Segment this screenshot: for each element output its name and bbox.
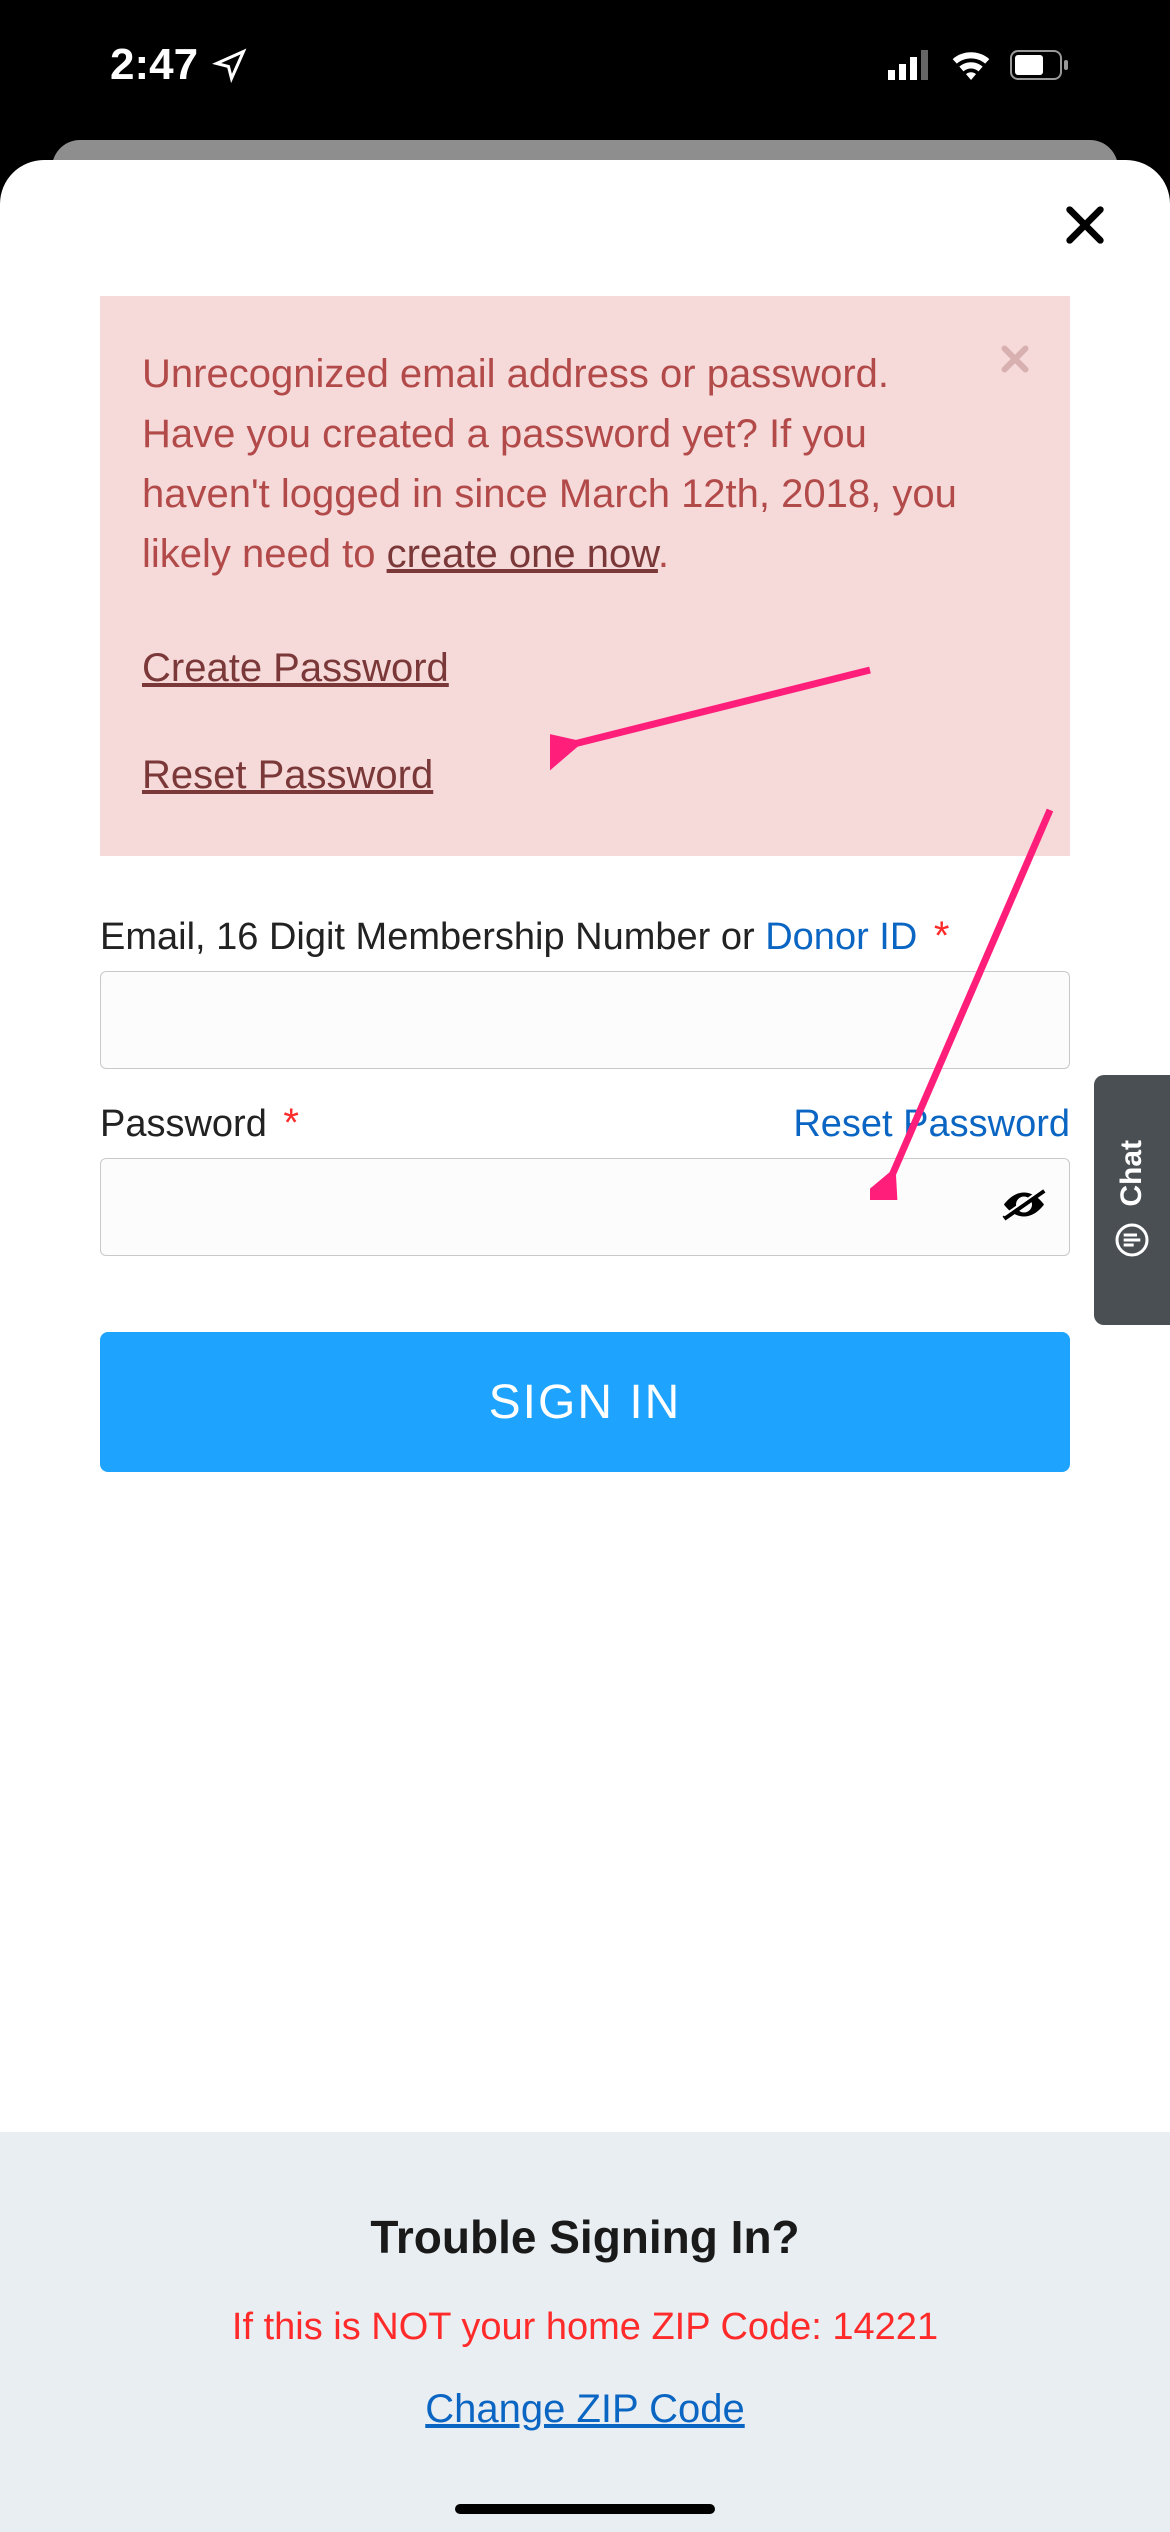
status-bar: 2:47 (0, 0, 1170, 130)
close-icon (997, 341, 1033, 377)
zip-warning: If this is NOT your home ZIP Code: 14221 (0, 2306, 1170, 2349)
home-indicator[interactable] (455, 2504, 715, 2514)
signin-form: Email, 16 Digit Membership Number or Don… (100, 914, 1070, 1472)
password-input[interactable] (100, 1158, 1070, 1256)
password-field-group: Password * Reset Password (100, 1101, 1070, 1256)
toggle-password-visibility[interactable] (1000, 1186, 1048, 1229)
status-bar-right (888, 50, 1070, 80)
required-mark: * (934, 914, 950, 958)
email-label: Email, 16 Digit Membership Number or Don… (100, 914, 949, 959)
error-alert: Unrecognized email address or password. … (100, 296, 1070, 856)
change-zip-link[interactable]: Change ZIP Code (425, 2387, 744, 2431)
eye-off-icon (1000, 1186, 1048, 1224)
battery-icon (1010, 50, 1070, 80)
email-field-group: Email, 16 Digit Membership Number or Don… (100, 914, 1070, 1069)
required-mark: * (283, 1101, 299, 1145)
create-one-now-link[interactable]: create one now (387, 532, 658, 576)
alert-message: Unrecognized email address or password. … (142, 344, 1028, 584)
clock: 2:47 (110, 40, 198, 90)
reset-password-inline-link[interactable]: Reset Password (793, 1103, 1070, 1146)
wifi-icon (950, 50, 992, 80)
email-input[interactable] (100, 971, 1070, 1069)
close-button[interactable] (1050, 190, 1120, 260)
chat-label: Chat (1115, 1140, 1149, 1207)
alert-dismiss-button[interactable] (990, 334, 1040, 384)
footer: Trouble Signing In? If this is NOT your … (0, 2132, 1170, 2532)
password-label-text: Password (100, 1103, 267, 1145)
signin-button[interactable]: SIGN IN (100, 1332, 1070, 1472)
chat-icon (1112, 1220, 1152, 1260)
close-icon (1062, 202, 1108, 248)
password-label: Password * (100, 1101, 299, 1146)
status-bar-left: 2:47 (110, 40, 248, 90)
reset-password-link[interactable]: Reset Password (142, 753, 1028, 798)
email-label-prefix: Email, 16 Digit Membership Number or (100, 916, 765, 958)
alert-text-suffix: . (658, 532, 669, 576)
cellular-icon (888, 50, 932, 80)
location-icon (212, 47, 248, 83)
chat-tab[interactable]: Chat (1094, 1075, 1170, 1325)
donor-id-link[interactable]: Donor ID (765, 916, 917, 958)
signin-modal: Unrecognized email address or password. … (0, 160, 1170, 2532)
create-password-link[interactable]: Create Password (142, 646, 1028, 691)
footer-heading: Trouble Signing In? (0, 2210, 1170, 2264)
